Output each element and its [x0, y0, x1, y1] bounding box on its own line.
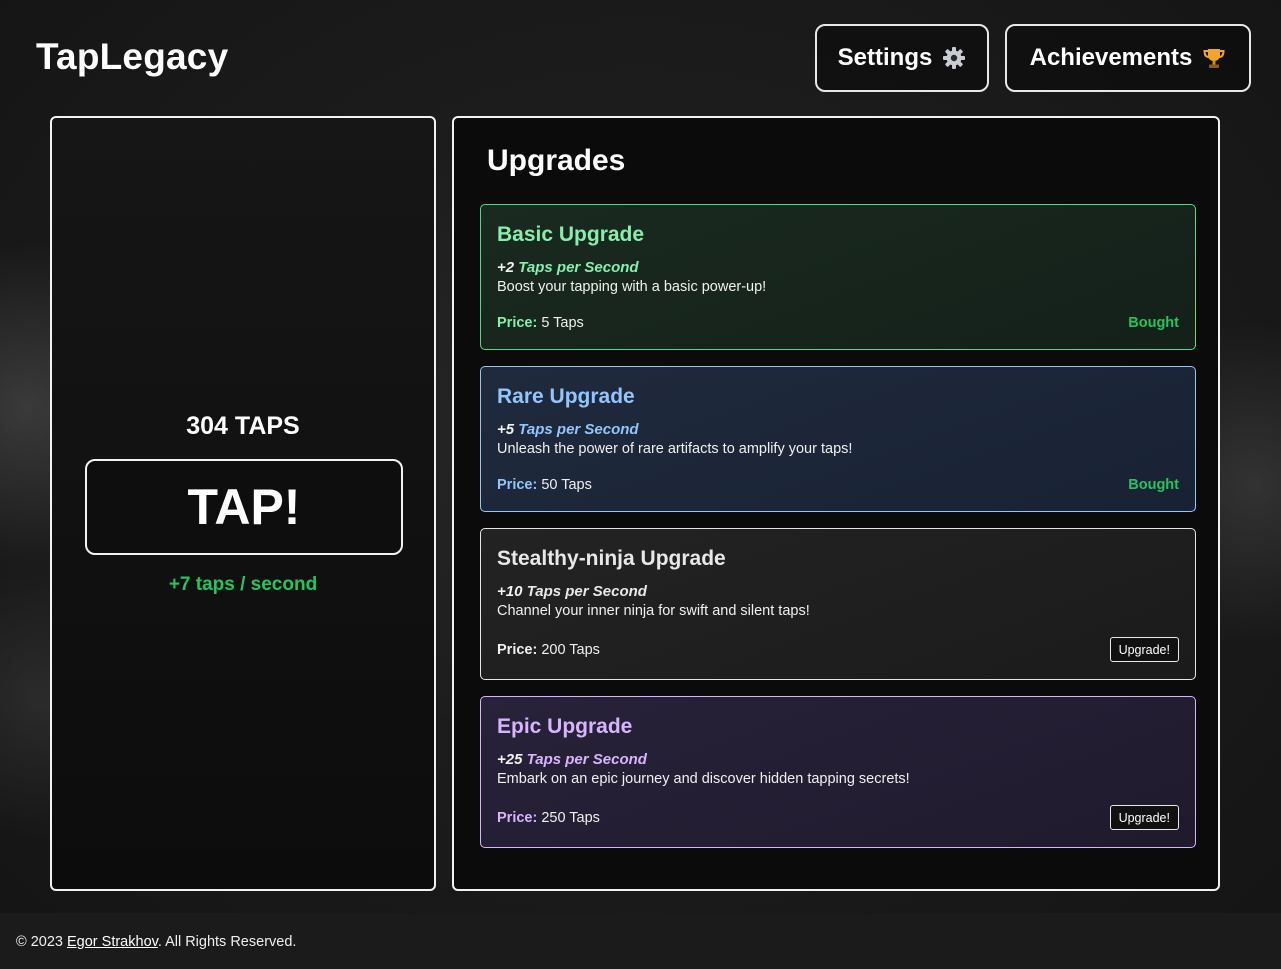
- upgrade-tps-unit: Taps per Second: [518, 421, 639, 438]
- upgrade-card-rare: Rare Upgrade +5 Taps per Second Unleash …: [480, 366, 1196, 512]
- bought-status: Bought: [1128, 315, 1179, 331]
- upgrade-card-stealthy-ninja: Stealthy-ninja Upgrade +10 Taps per Seco…: [480, 528, 1196, 680]
- upgrade-taps-per-second: +2 Taps per Second: [497, 259, 639, 276]
- upgrade-title: Epic Upgrade: [497, 715, 633, 738]
- upgrade-tps-amount: +10: [497, 583, 523, 600]
- taps-per-second-rate: +7 taps / second: [168, 574, 318, 595]
- price-value: 200 Taps: [541, 642, 600, 658]
- upgrade-taps-per-second: +10 Taps per Second: [497, 583, 647, 600]
- tap-panel: 304 TAPS TAP! +7 taps / second: [50, 116, 436, 891]
- buy-upgrade-button[interactable]: Upgrade!: [1109, 805, 1179, 830]
- price-label: Price:: [497, 477, 538, 493]
- upgrade-tps-unit: Taps per Second: [526, 583, 647, 600]
- price-value: 250 Taps: [541, 810, 600, 826]
- upgrade-title: Stealthy-ninja Upgrade: [497, 547, 726, 570]
- author-link[interactable]: Egor Strakhov: [67, 934, 158, 950]
- app-header: TapLegacy Settings Achievements: [0, 0, 1281, 116]
- upgrade-description: Boost your tapping with a basic power-up…: [497, 279, 767, 295]
- upgrade-card-epic: Epic Upgrade +25 Taps per Second Embark …: [480, 696, 1196, 848]
- upgrades-panel: Upgrades Basic Upgrade +2 Taps per Secon…: [452, 116, 1220, 891]
- upgrade-price: Price: 5 Taps: [497, 315, 584, 331]
- upgrades-heading: Upgrades: [487, 144, 626, 177]
- price-label: Price:: [497, 315, 538, 331]
- price-label: Price:: [497, 810, 538, 826]
- app-title: TapLegacy: [36, 36, 229, 77]
- price-label: Price:: [497, 642, 538, 658]
- upgrade-taps-per-second: +25 Taps per Second: [497, 751, 647, 768]
- upgrade-description: Embark on an epic journey and discover h…: [497, 771, 910, 787]
- copyright-suffix: . All Rights Reserved.: [157, 934, 297, 950]
- tap-count: 304 TAPS: [186, 412, 300, 440]
- upgrade-tps-amount: +2: [497, 259, 515, 276]
- achievements-label: Achievements: [1029, 44, 1193, 71]
- price-value: 50 Taps: [541, 477, 592, 493]
- upgrade-tps-unit: Taps per Second: [526, 751, 647, 768]
- upgrade-price: Price: 250 Taps: [497, 810, 600, 826]
- tap-button[interactable]: TAP!: [85, 459, 403, 555]
- buy-upgrade-button[interactable]: Upgrade!: [1109, 637, 1179, 662]
- copyright-prefix: © 2023: [16, 934, 67, 950]
- upgrade-taps-per-second: +5 Taps per Second: [497, 421, 639, 438]
- upgrade-description: Channel your inner ninja for swift and s…: [497, 603, 810, 619]
- upgrade-price: Price: 50 Taps: [497, 477, 592, 493]
- copyright-text: © 2023 Egor Strakhov. All Rights Reserve…: [16, 934, 296, 950]
- price-value: 5 Taps: [541, 315, 584, 331]
- settings-button[interactable]: Settings: [815, 24, 989, 92]
- achievements-button[interactable]: Achievements: [1005, 24, 1251, 92]
- gear-icon: [942, 46, 966, 70]
- upgrade-tps-amount: +25: [497, 751, 523, 768]
- settings-label: Settings: [837, 44, 933, 71]
- upgrade-title: Basic Upgrade: [497, 223, 645, 246]
- upgrade-card-basic: Basic Upgrade +2 Taps per Second Boost y…: [480, 204, 1196, 350]
- page-footer: © 2023 Egor Strakhov. All Rights Reserve…: [0, 913, 1281, 969]
- upgrade-price: Price: 200 Taps: [497, 642, 600, 658]
- bought-status: Bought: [1128, 477, 1179, 493]
- upgrade-tps-unit: Taps per Second: [518, 259, 639, 276]
- upgrade-description: Unleash the power of rare artifacts to a…: [497, 441, 853, 457]
- upgrade-tps-amount: +5: [497, 421, 515, 438]
- trophy-icon: [1202, 46, 1226, 70]
- upgrade-title: Rare Upgrade: [497, 385, 635, 408]
